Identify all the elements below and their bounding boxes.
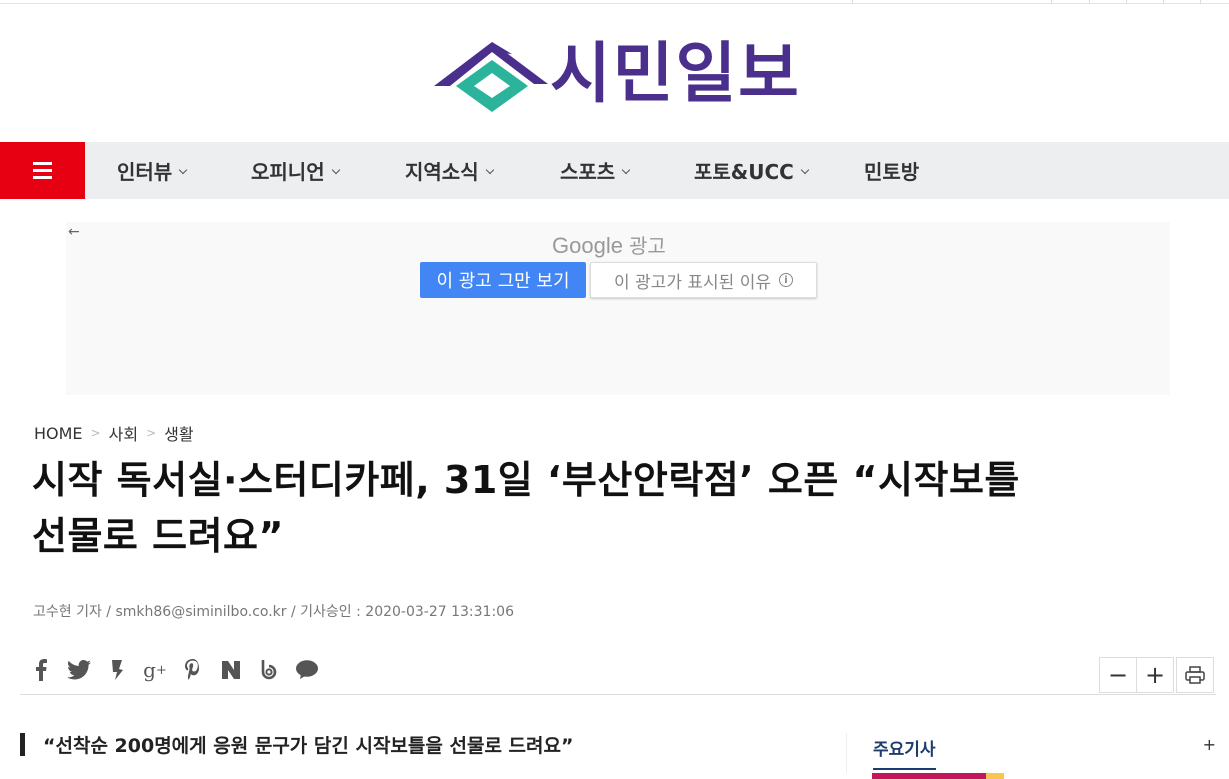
breadcrumb-current[interactable]: 생활: [164, 421, 193, 445]
pinterest-icon[interactable]: [180, 657, 206, 683]
article-title-line: 시작 독서실·스터디카페, 31일 ‘부산안락점’ 오픈 “시작보틀: [32, 458, 1020, 502]
article-tools: − +: [1099, 657, 1214, 693]
story-thumbnail[interactable]: [872, 773, 1004, 779]
googleplus-icon[interactable]: g +: [142, 657, 168, 683]
nav-item-interview[interactable]: 인터뷰: [117, 142, 188, 199]
facebook-icon[interactable]: [28, 657, 54, 683]
kakaotalk-icon[interactable]: [294, 657, 320, 683]
chevron-down-icon: [485, 165, 494, 174]
arrow-left-icon[interactable]: ←: [68, 224, 80, 240]
nav-item-local-news[interactable]: 지역소식: [405, 142, 494, 199]
share-bar: g +: [28, 656, 320, 684]
nav-item-mintobang[interactable]: 민토방: [864, 142, 919, 199]
google-ad-panel: ← Google 광고 이 광고 그만 보기 이 광고가 표시된 이유 i: [66, 222, 1170, 395]
nav-item-label: 지역소식: [405, 160, 479, 184]
chevron-down-icon: [800, 165, 810, 174]
font-decrease-button[interactable]: −: [1099, 657, 1137, 693]
article-byline: 고수현 기자 / smkh86@siminilbo.co.kr / 기사승인 :…: [33, 604, 514, 620]
article-title: 시작 독서실·스터디카페, 31일 ‘부산안락점’ 오픈 “시작보틀 선물로 드…: [32, 452, 1122, 564]
divider: [1200, 0, 1201, 4]
divider: [20, 694, 1216, 695]
nav-item-opinion[interactable]: 오피니언: [251, 142, 340, 199]
why-ad-button[interactable]: 이 광고가 표시된 이유 i: [590, 262, 817, 298]
nav-item-label: 스포츠: [560, 160, 616, 184]
breadcrumb: HOME > 사회 > 생활: [34, 421, 194, 445]
article-title-line: 선물로 드려요”: [32, 514, 284, 558]
info-icon: i: [778, 273, 793, 287]
divider: [1089, 0, 1090, 4]
chevron-down-icon: [331, 165, 340, 174]
naver-icon[interactable]: [218, 657, 244, 683]
subheading-text: “선착순 200명에게 응원 문구가 담긴 시작보틀을 선물로 드려요”: [43, 735, 574, 757]
stop-ad-button[interactable]: 이 광고 그만 보기: [420, 262, 586, 298]
band-icon[interactable]: [256, 657, 282, 683]
article-subheading: “선착순 200명에게 응원 문구가 담긴 시작보틀을 선물로 드려요”: [20, 731, 573, 758]
divider: [1163, 0, 1164, 4]
subheading-marker: [20, 733, 25, 756]
top-utility-bar: [0, 0, 1229, 4]
sidebar-more-button[interactable]: +: [1203, 735, 1216, 754]
divider: [1051, 0, 1052, 4]
google-logo-text: Google: [552, 233, 623, 258]
sidebar-title[interactable]: 주요기사: [873, 735, 936, 770]
printer-icon[interactable]: [1176, 657, 1214, 693]
hamburger-menu-icon[interactable]: [0, 142, 85, 199]
font-increase-button[interactable]: +: [1136, 657, 1174, 693]
nav-item-photo-ucc[interactable]: 포토&UCC: [694, 142, 810, 199]
nav-item-label: 민토방: [864, 160, 920, 184]
site-logo[interactable]: 시민일보: [430, 32, 810, 116]
ad-provider: Google 광고: [552, 230, 666, 259]
twitter-icon[interactable]: [66, 657, 92, 683]
ad-label: 광고: [628, 236, 666, 258]
divider: [852, 0, 853, 4]
main-navigation: 인터뷰 오피니언 지역소식 스포츠 포토&UCC 민토방: [0, 142, 1229, 199]
nav-item-label: 포토&UCC: [694, 160, 794, 184]
logo-text: 시민일보: [550, 35, 801, 112]
chevron-down-icon: [621, 165, 631, 174]
breadcrumb-section[interactable]: 사회: [109, 421, 138, 445]
breadcrumb-separator-icon: >: [146, 426, 157, 440]
nav-item-label: 인터뷰: [117, 160, 173, 184]
logo-mark-icon: [434, 42, 548, 112]
breadcrumb-home[interactable]: HOME: [34, 424, 83, 443]
nav-item-label: 오피니언: [251, 160, 325, 184]
divider: [1126, 0, 1127, 4]
chevron-down-icon: [178, 165, 188, 174]
why-ad-label: 이 광고가 표시된 이유: [614, 272, 771, 293]
breadcrumb-separator-icon: >: [90, 426, 101, 440]
kakaostory-icon[interactable]: [104, 657, 130, 683]
nav-item-sports[interactable]: 스포츠: [560, 142, 631, 199]
sidebar-top-stories: 주요기사 +: [846, 733, 1216, 773]
